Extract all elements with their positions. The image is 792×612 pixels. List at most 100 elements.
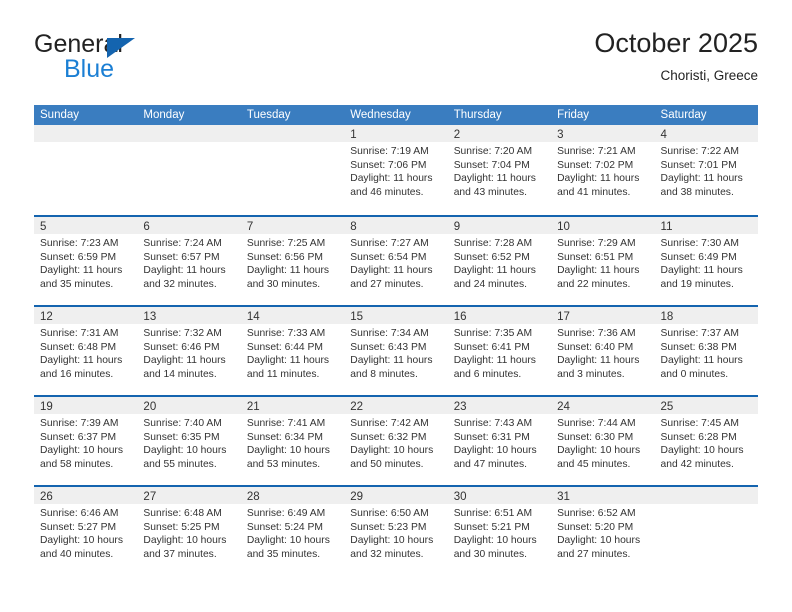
sunset-time: Sunset: 7:06 PM [350,159,427,171]
weekday-header-friday: Friday [557,109,590,121]
calendar-day-cell[interactable]: 4 Sunrise: 7:22 AM Sunset: 7:01 PM Daylight… [654,125,758,215]
calendar-day-cell[interactable]: 25 Sunrise: 7:45 AM Sunset: 6:28 PM Dayligh… [654,395,758,485]
daylight-duration-line1: Daylight: 10 hours [660,445,744,457]
calendar-day-cell[interactable]: 9 Sunrise: 7:28 AM Sunset: 6:52 PM Daylight… [447,215,552,305]
calendar-day-cell[interactable]: 15 Sunrise: 7:34 AM Sunset: 6:43 PM Dayligh… [344,305,448,395]
day-number: 8 [350,221,357,233]
day-number: 11 [660,221,673,233]
calendar-day-cell[interactable]: 12 Sunrise: 7:31 AM Sunset: 6:48 PM Dayligh… [34,305,138,395]
sunset-time: Sunset: 6:49 PM [660,251,737,263]
sunrise-time: Sunrise: 7:28 AM [453,238,533,249]
sunrise-time: Sunrise: 7:22 AM [660,146,739,157]
calendar-day-cell[interactable]: 26 Sunrise: 6:46 AM Sunset: 5:27 PM Dayligh… [34,485,138,575]
day-number-strip: 2 [447,125,552,142]
daylight-duration-line2: and 6 minutes. [453,368,522,380]
day-number: 10 [557,221,570,233]
calendar-day-cell[interactable]: 6 Sunrise: 7:24 AM Sunset: 6:57 PM Daylight… [137,215,241,305]
sunrise-time: Sunrise: 7:30 AM [660,238,739,249]
day-number: 3 [557,129,564,141]
day-number: 12 [40,311,53,323]
day-number: 1 [350,129,357,141]
sunrise-time: Sunrise: 7:32 AM [143,328,222,339]
sunrise-time: Sunrise: 7:45 AM [660,418,739,429]
calendar-day-cell[interactable]: 29 Sunrise: 6:50 AM Sunset: 5:23 PM Dayligh… [344,485,448,575]
daylight-duration-line1: Daylight: 11 hours [143,265,226,277]
calendar-day-cell[interactable]: 11 Sunrise: 7:30 AM Sunset: 6:49 PM Dayligh… [654,215,758,305]
calendar-day-cell[interactable]: 20 Sunrise: 7:40 AM Sunset: 6:35 PM Dayligh… [137,395,241,485]
calendar-day-cell[interactable]: 27 Sunrise: 6:48 AM Sunset: 5:25 PM Dayligh… [137,485,241,575]
calendar-day-cell[interactable]: 30 Sunrise: 6:51 AM Sunset: 5:21 PM Dayligh… [447,485,552,575]
calendar-day-cell[interactable]: 7 Sunrise: 7:25 AM Sunset: 6:56 PM Daylight… [240,215,345,305]
calendar-day-cell[interactable]: 10 Sunrise: 7:29 AM Sunset: 6:51 PM Dayligh… [551,215,655,305]
day-details: Sunrise: 7:36 AM Sunset: 6:40 PM Daylight:… [551,324,654,381]
daylight-duration-line2: and 58 minutes. [40,458,114,470]
calendar-day-cell[interactable]: 5 Sunrise: 7:23 AM Sunset: 6:59 PM Daylight… [34,215,138,305]
sunset-time: Sunset: 6:30 PM [557,431,634,443]
day-number-strip: 13 [137,307,241,324]
calendar-day-cell[interactable]: 8 Sunrise: 7:27 AM Sunset: 6:54 PM Daylight… [344,215,448,305]
day-number-strip: 26 [34,487,138,504]
sunrise-time: Sunrise: 7:34 AM [350,328,429,339]
calendar-week-row: 19 Sunrise: 7:39 AM Sunset: 6:37 PM Dayligh… [34,395,758,485]
daylight-duration-line1: Daylight: 11 hours [660,173,743,185]
daylight-duration-line1: Daylight: 10 hours [350,535,434,547]
calendar-day-cell[interactable]: 28 Sunrise: 6:49 AM Sunset: 5:24 PM Dayligh… [240,485,345,575]
day-number: 21 [246,401,260,413]
calendar-day-cell[interactable]: 3 Sunrise: 7:21 AM Sunset: 7:02 PM Daylight… [551,125,655,215]
calendar-day-cell[interactable]: 24 Sunrise: 7:44 AM Sunset: 6:30 PM Dayligh… [551,395,655,485]
calendar-day-cell[interactable]: 14 Sunrise: 7:33 AM Sunset: 6:44 PM Dayligh… [240,305,345,395]
calendar-weeks: 1 Sunrise: 7:19 AM Sunset: 7:06 PM Daylight… [34,125,758,575]
day-number: 15 [350,311,364,323]
daylight-duration-line2: and 0 minutes. [660,368,729,380]
sunrise-time: Sunrise: 7:31 AM [40,328,119,339]
calendar-day-cell[interactable]: 17 Sunrise: 7:36 AM Sunset: 6:40 PM Dayligh… [551,305,655,395]
day-number-strip: 23 [447,397,552,414]
sunrise-time: Sunrise: 7:20 AM [453,146,533,157]
day-details: Sunrise: 7:34 AM Sunset: 6:43 PM Daylight:… [344,324,447,381]
sunrise-time: Sunrise: 7:40 AM [143,418,222,429]
calendar-day-cell[interactable]: 18 Sunrise: 7:37 AM Sunset: 6:38 PM Dayligh… [654,305,758,395]
day-number: 19 [40,401,53,413]
daylight-duration-line2: and 14 minutes. [143,368,217,380]
daylight-duration-line2: and 11 minutes. [246,368,320,380]
day-details: Sunrise: 7:27 AM Sunset: 6:54 PM Daylight:… [344,234,447,291]
page-title: October 2025 [594,28,758,58]
sunset-time: Sunset: 6:46 PM [143,341,220,353]
sunset-time: Sunset: 6:56 PM [246,251,323,263]
day-number-strip: 12 [34,307,138,324]
daylight-duration-line1: Daylight: 10 hours [557,445,641,457]
calendar-day-cell[interactable]: 23 Sunrise: 7:43 AM Sunset: 6:31 PM Dayligh… [447,395,552,485]
day-number: 27 [143,491,157,503]
daylight-duration-line2: and 27 minutes. [350,278,424,290]
day-number-strip [240,125,345,142]
day-details: Sunrise: 7:41 AM Sunset: 6:34 PM Daylight:… [241,414,344,471]
day-details: Sunrise: 7:33 AM Sunset: 6:44 PM Daylight:… [241,324,344,381]
day-number-strip: 25 [654,397,758,414]
page-subtitle-location: Choristi, Greece [660,68,758,83]
day-number-strip: 19 [34,397,138,414]
daylight-duration-line1: Daylight: 11 hours [40,355,123,367]
daylight-duration-line2: and 53 minutes. [246,458,321,470]
sunset-time: Sunset: 6:59 PM [40,251,117,263]
day-number: 26 [40,491,53,503]
sunset-time: Sunset: 6:41 PM [453,341,530,353]
daylight-duration-line1: Daylight: 11 hours [40,265,123,277]
calendar-day-cell[interactable]: 2 Sunrise: 7:20 AM Sunset: 7:04 PM Daylight… [447,125,552,215]
day-details: Sunrise: 7:20 AM Sunset: 7:04 PM Daylight:… [448,142,551,199]
calendar-day-cell[interactable]: 13 Sunrise: 7:32 AM Sunset: 6:46 PM Dayligh… [137,305,241,395]
calendar-day-cell[interactable]: 22 Sunrise: 7:42 AM Sunset: 6:32 PM Dayligh… [344,395,448,485]
sunset-time: Sunset: 6:48 PM [40,341,117,353]
calendar-day-cell[interactable]: 1 Sunrise: 7:19 AM Sunset: 7:06 PM Daylight… [344,125,448,215]
sunrise-time: Sunrise: 7:39 AM [40,418,119,429]
sunset-time: Sunset: 5:25 PM [143,521,220,533]
daylight-duration-line1: Daylight: 10 hours [246,535,330,547]
daylight-duration-line2: and 46 minutes. [350,186,424,198]
calendar-day-cell[interactable]: 16 Sunrise: 7:35 AM Sunset: 6:41 PM Dayligh… [447,305,552,395]
day-details: Sunrise: 7:42 AM Sunset: 6:32 PM Daylight:… [344,414,447,471]
calendar-day-cell[interactable]: 19 Sunrise: 7:39 AM Sunset: 6:37 PM Dayligh… [34,395,138,485]
day-number-strip [654,487,758,504]
daylight-duration-line2: and 30 minutes. [246,278,321,290]
sunset-time: Sunset: 6:57 PM [143,251,220,263]
calendar-day-cell[interactable]: 31 Sunrise: 6:52 AM Sunset: 5:20 PM Dayligh… [551,485,655,575]
calendar-day-cell[interactable]: 21 Sunrise: 7:41 AM Sunset: 6:34 PM Dayligh… [240,395,345,485]
